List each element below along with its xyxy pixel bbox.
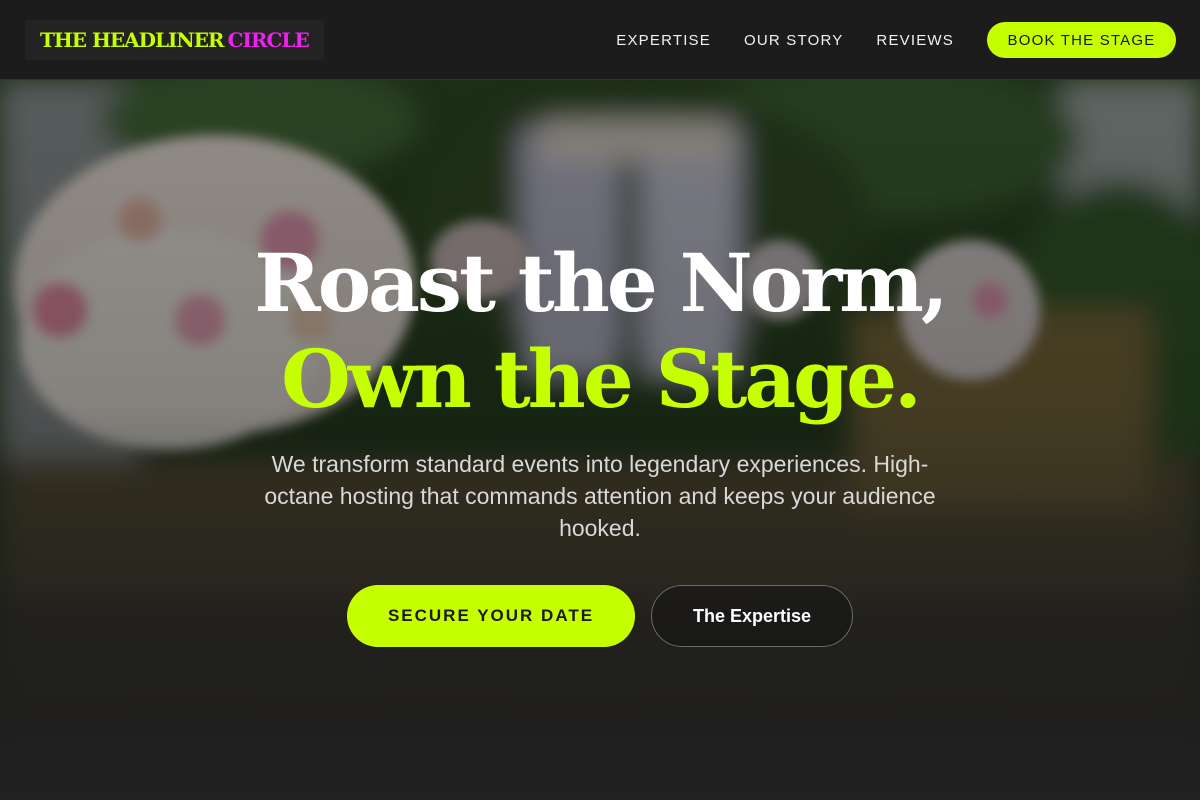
nav-link-expertise[interactable]: EXPERTISE bbox=[616, 32, 711, 49]
logo-text-accent: CIRCLE bbox=[227, 28, 310, 52]
nav-link-reviews[interactable]: REVIEWS bbox=[876, 32, 954, 49]
hero-headline-line-2: Own the Stage. bbox=[281, 332, 922, 426]
nav-link-our-story[interactable]: OUR STORY bbox=[744, 32, 843, 49]
logo-text-main: THE HEADLINER bbox=[40, 28, 225, 52]
book-the-stage-button[interactable]: BOOK THE STAGE bbox=[987, 22, 1176, 58]
secure-your-date-button[interactable]: SECURE YOUR DATE bbox=[347, 585, 635, 647]
hero-section: Roast the Norm, Own the Stage. We transf… bbox=[0, 80, 1200, 800]
site-header: THE HEADLINER CIRCLE EXPERTISE OUR STORY… bbox=[0, 0, 1200, 80]
hero-subtitle: We transform standard events into legend… bbox=[264, 451, 936, 541]
main-nav: EXPERTISE OUR STORY REVIEWS BOOK THE STA… bbox=[583, 22, 1176, 58]
the-expertise-button[interactable]: The Expertise bbox=[651, 585, 853, 647]
brand-logo[interactable]: THE HEADLINER CIRCLE bbox=[25, 20, 324, 60]
landing-page: THE HEADLINER CIRCLE EXPERTISE OUR STORY… bbox=[0, 0, 1200, 800]
hero-headline-line-1: Roast the Norm, bbox=[254, 236, 949, 330]
hero-actions: SECURE YOUR DATE The Expertise bbox=[0, 585, 1200, 647]
